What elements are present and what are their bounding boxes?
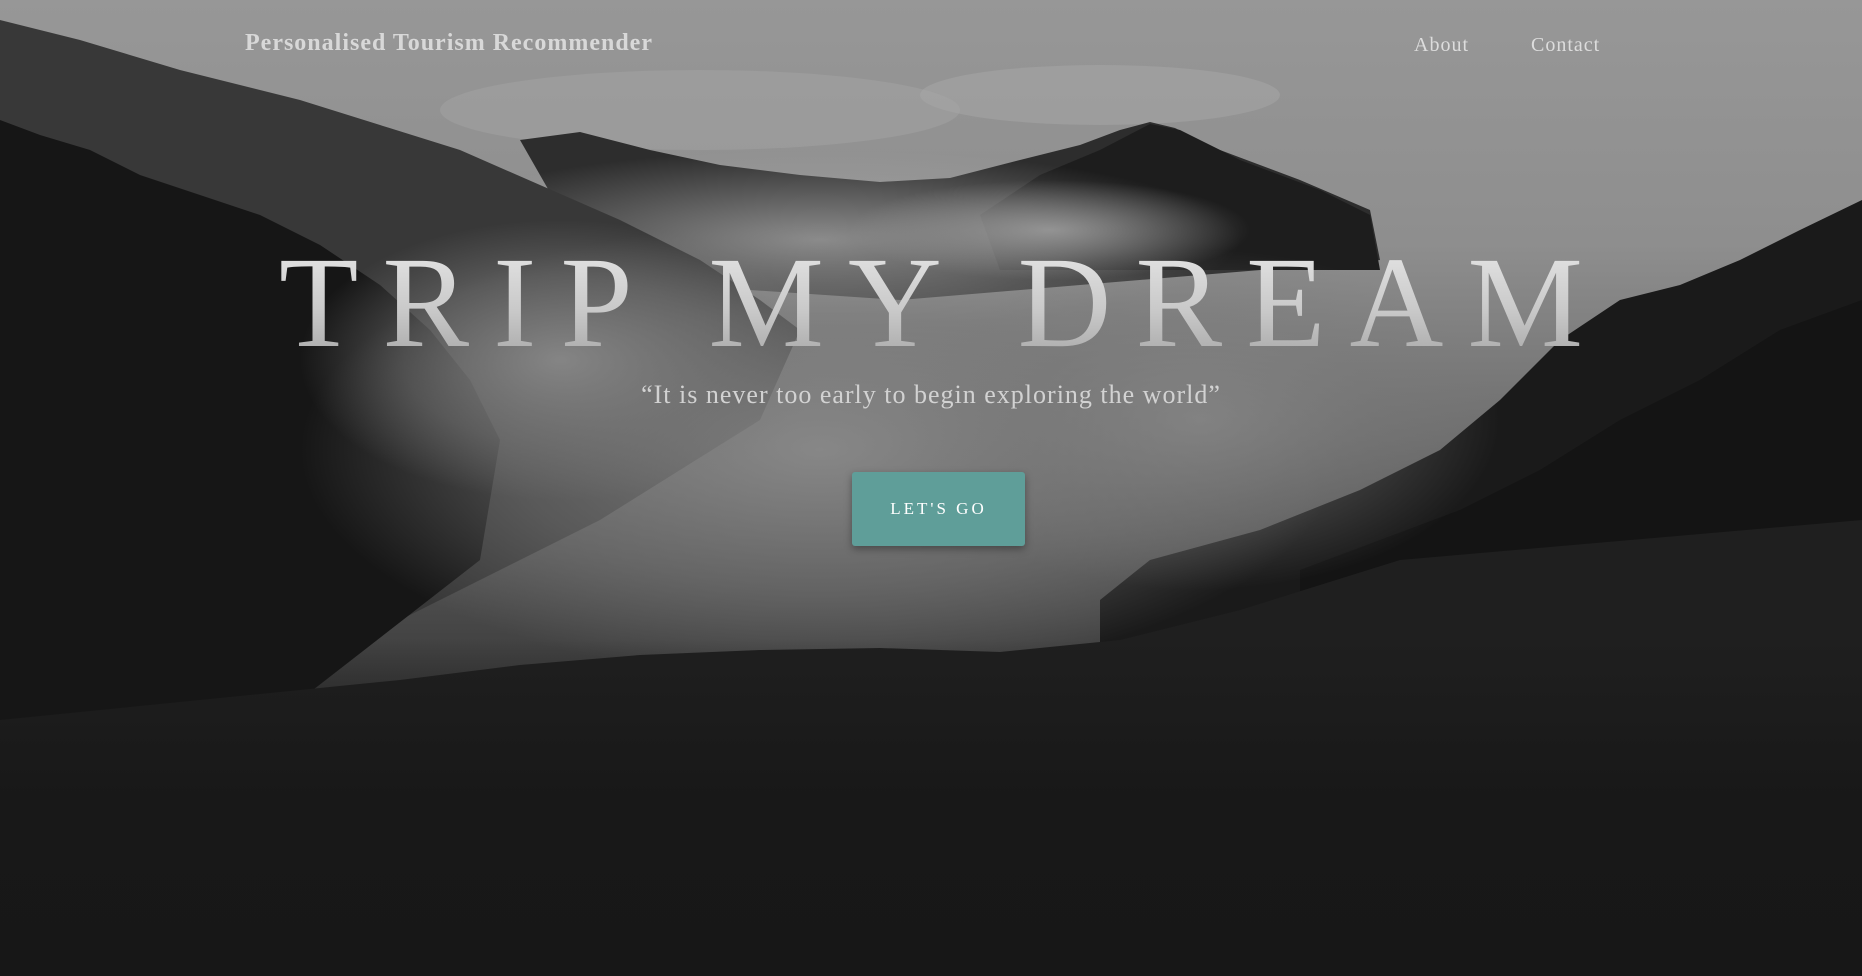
landing-page: Personalised Tourism Recommender About C… [0, 0, 1862, 976]
navbar: Personalised Tourism Recommender About C… [0, 0, 1862, 96]
brand-logo-text[interactable]: Personalised Tourism Recommender [245, 30, 653, 57]
hero-title: TRIP MY DREAM [0, 228, 1862, 378]
hero-quote: “It is never too early to begin explorin… [641, 380, 1221, 409]
nav-link-contact[interactable]: Contact [1531, 34, 1600, 57]
nav-link-about[interactable]: About [1414, 34, 1469, 57]
lets-go-button[interactable]: LET'S GO [852, 472, 1025, 546]
